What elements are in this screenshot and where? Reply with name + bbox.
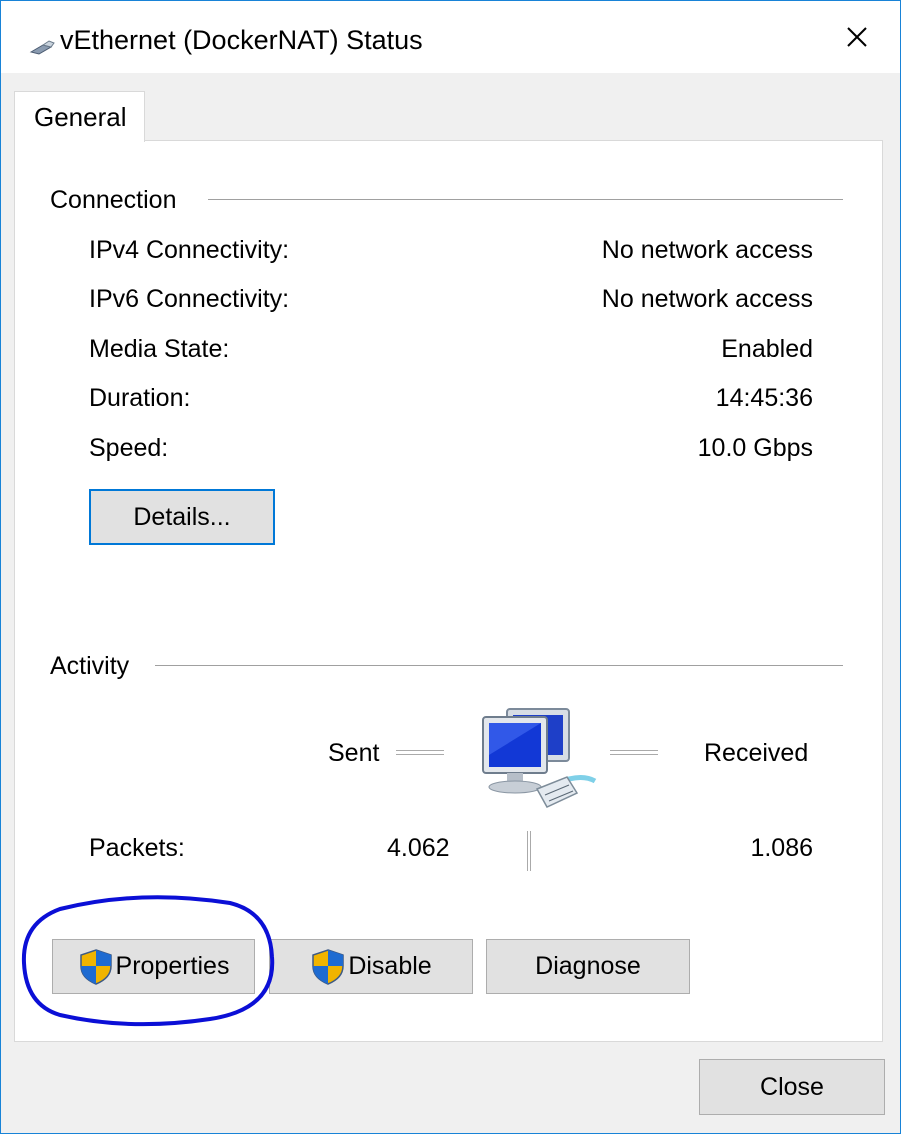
- uac-shield-icon: [312, 948, 345, 985]
- activity-divider: [155, 665, 843, 666]
- received-activity-line: [610, 750, 658, 755]
- packets-sent-value: 4.062: [387, 833, 450, 863]
- disable-label: Disable: [348, 952, 432, 980]
- diagnose-button[interactable]: Diagnose: [486, 939, 690, 994]
- properties-button[interactable]: Properties: [52, 939, 255, 994]
- network-computers-icon: [482, 708, 597, 808]
- general-panel: Connection IPv4 Connectivity: No network…: [14, 140, 883, 1042]
- window-title: vEthernet (DockerNAT) Status: [60, 25, 423, 55]
- tab-general[interactable]: General: [14, 91, 145, 142]
- ipv6-value: No network access: [601, 285, 813, 313]
- network-adapter-icon: [29, 40, 55, 55]
- packets-separator: [527, 831, 531, 871]
- packets-label: Packets:: [89, 834, 185, 862]
- sent-activity-line: [396, 750, 444, 755]
- connection-divider: [208, 199, 843, 200]
- close-button[interactable]: Close: [699, 1059, 885, 1115]
- ipv6-label: IPv6 Connectivity:: [89, 285, 290, 313]
- activity-heading: Activity: [50, 651, 130, 681]
- duration-label: Duration:: [89, 384, 191, 412]
- speed-value: 10.0 Gbps: [697, 434, 813, 462]
- close-icon: [847, 27, 867, 47]
- received-label: Received: [704, 738, 809, 768]
- details-button[interactable]: Details...: [89, 489, 275, 545]
- close-window-button[interactable]: [829, 11, 885, 63]
- speed-label: Speed:: [89, 434, 169, 462]
- uac-shield-icon: [79, 948, 112, 985]
- ipv4-label: IPv4 Connectivity:: [89, 236, 290, 264]
- disable-button[interactable]: Disable: [269, 939, 473, 994]
- status-dialog: vEthernet (DockerNAT) Status General Con…: [0, 0, 901, 1134]
- duration-value: 14:45:36: [715, 384, 813, 412]
- packets-received-value: 1.086: [750, 834, 813, 862]
- media-state-value: Enabled: [721, 335, 813, 363]
- media-state-label: Media State:: [89, 335, 230, 363]
- sent-label: Sent: [328, 738, 380, 768]
- connection-heading: Connection: [50, 185, 177, 215]
- ipv4-value: No network access: [601, 236, 813, 264]
- title-bar[interactable]: vEthernet (DockerNAT) Status: [1, 1, 900, 73]
- properties-label: Properties: [115, 952, 230, 980]
- tab-label: General: [34, 102, 127, 132]
